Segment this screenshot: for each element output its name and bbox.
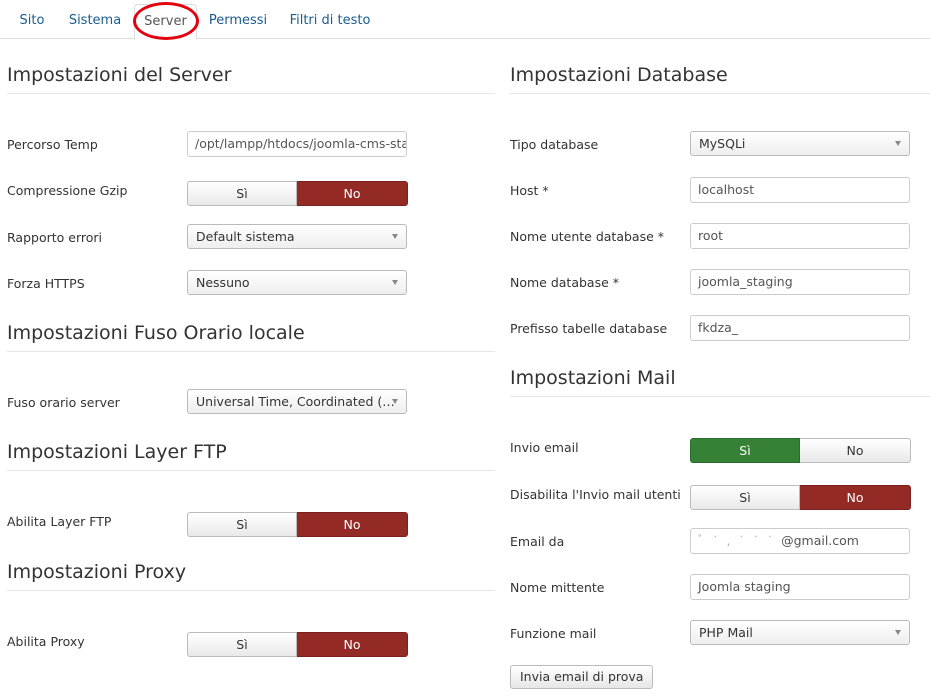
percorso-temp-input[interactable]: /opt/lampp/htdocs/joomla-cms-stagi xyxy=(187,131,407,157)
percorso-temp-label: Percorso Temp xyxy=(7,137,98,152)
tab-sistema[interactable]: Sistema xyxy=(64,4,126,39)
funzione-mail-value: PHP Mail xyxy=(699,625,753,640)
host-label: Host * xyxy=(510,183,549,198)
fuso-orario-value: Universal Time, Coordinated (… xyxy=(196,394,395,409)
invio-email-toggle: Sì No xyxy=(690,438,911,463)
gzip-si-option[interactable]: Sì xyxy=(187,181,297,206)
prefisso-tabelle-input[interactable]: fkdza_ xyxy=(690,315,910,341)
tab-permessi[interactable]: Permessi xyxy=(203,4,273,39)
nome-database-input[interactable]: joomla_staging xyxy=(690,269,910,295)
forza-https-value: Nessuno xyxy=(196,275,250,290)
proxy-title: Impostazioni Proxy xyxy=(7,561,187,583)
gzip-label: Compressione Gzip xyxy=(7,183,128,198)
disabilita-invio-toggle: Sì No xyxy=(690,485,911,510)
tipo-database-select[interactable]: MySQLi xyxy=(690,131,910,156)
forza-https-select[interactable]: Nessuno xyxy=(187,270,407,295)
ftp-toggle: Sì No xyxy=(187,512,408,537)
disabilita-invio-label: Disabilita l'Invio mail utenti xyxy=(510,487,681,502)
database-settings-title: Impostazioni Database xyxy=(510,64,728,86)
proxy-no-option[interactable]: No xyxy=(297,632,408,657)
ftp-title: Impostazioni Layer FTP xyxy=(7,441,227,463)
highlight-ring xyxy=(133,2,199,40)
tab-filtri-di-testo[interactable]: Filtri di testo xyxy=(287,4,373,39)
rapporto-errori-select[interactable]: Default sistema xyxy=(187,224,407,249)
disabilita-invio-si-option[interactable]: Sì xyxy=(690,485,800,510)
forza-https-label: Forza HTTPS xyxy=(7,276,85,291)
chevron-down-icon xyxy=(392,234,398,239)
server-settings-title: Impostazioni del Server xyxy=(7,64,232,86)
gzip-toggle: Sì No xyxy=(187,181,408,206)
ftp-no-option[interactable]: No xyxy=(297,512,408,537)
divider xyxy=(510,93,930,94)
disabilita-invio-no-option[interactable]: No xyxy=(800,485,911,510)
chevron-down-icon xyxy=(895,141,901,146)
prefisso-tabelle-label: Prefisso tabelle database xyxy=(510,321,668,336)
chevron-down-icon xyxy=(392,399,398,404)
send-test-email-button[interactable]: Invia email di prova xyxy=(510,665,654,689)
email-da-input[interactable]: ﾞ ˙ , ˙ ˙ ˙ @gmail.com xyxy=(690,528,910,554)
gzip-no-option[interactable]: No xyxy=(297,181,408,206)
chevron-down-icon xyxy=(895,630,901,635)
invio-email-no-option[interactable]: No xyxy=(800,438,911,463)
fuso-orario-select[interactable]: Universal Time, Coordinated (… xyxy=(187,389,407,414)
host-input[interactable]: localhost xyxy=(690,177,910,203)
email-da-label: Email da xyxy=(510,534,565,549)
email-obscured-part: ﾞ ˙ , ˙ ˙ ˙ xyxy=(698,533,782,548)
email-domain: @gmail.com xyxy=(781,533,859,548)
proxy-si-option[interactable]: Sì xyxy=(187,632,297,657)
rapporto-errori-value: Default sistema xyxy=(196,229,295,244)
rapporto-errori-label: Rapporto errori xyxy=(7,230,102,245)
fuso-orario-title: Impostazioni Fuso Orario locale xyxy=(7,322,305,344)
funzione-mail-select[interactable]: PHP Mail xyxy=(690,620,910,645)
funzione-mail-label: Funzione mail xyxy=(510,626,597,641)
chevron-down-icon xyxy=(392,280,398,285)
proxy-toggle: Sì No xyxy=(187,632,408,657)
ftp-si-option[interactable]: Sì xyxy=(187,512,297,537)
nome-database-label: Nome database * xyxy=(510,275,620,290)
tipo-database-label: Tipo database xyxy=(510,137,599,152)
nome-utente-input[interactable]: root xyxy=(690,223,910,249)
tipo-database-value: MySQLi xyxy=(699,136,746,151)
divider xyxy=(510,396,930,397)
mail-settings-title: Impostazioni Mail xyxy=(510,367,676,389)
fuso-orario-label: Fuso orario server xyxy=(7,395,120,410)
divider xyxy=(7,470,495,471)
invio-email-si-option[interactable]: Sì xyxy=(690,438,800,463)
invio-email-label: Invio email xyxy=(510,440,579,455)
divider xyxy=(7,351,495,352)
ftp-label: Abilita Layer FTP xyxy=(7,514,112,529)
proxy-label: Abilita Proxy xyxy=(7,634,85,649)
divider xyxy=(7,93,495,94)
tab-sito[interactable]: Sito xyxy=(10,4,54,39)
nome-utente-label: Nome utente database * xyxy=(510,229,665,244)
divider xyxy=(7,590,495,591)
nome-mittente-input[interactable]: Joomla staging xyxy=(690,574,910,600)
nome-mittente-label: Nome mittente xyxy=(510,580,605,595)
